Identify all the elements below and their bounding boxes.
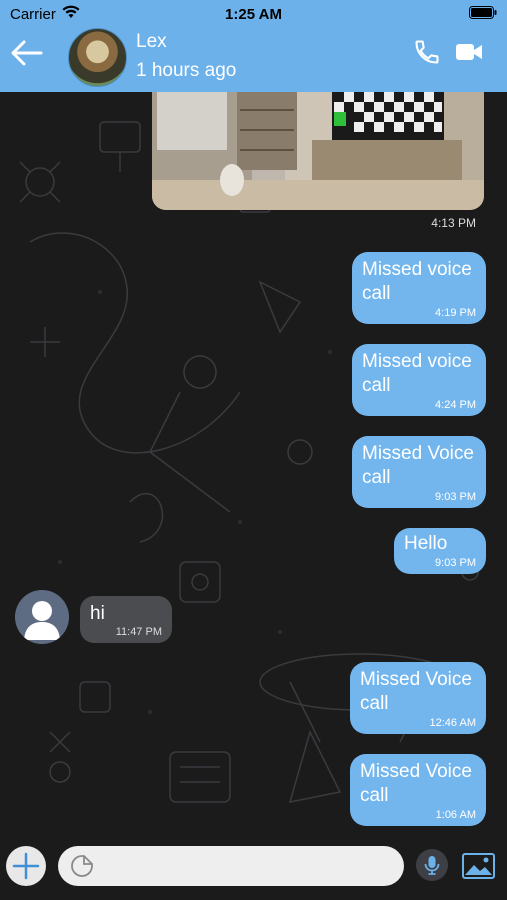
message-time: 1:06 AM	[435, 809, 476, 821]
contact-avatar[interactable]	[68, 28, 127, 87]
message-input[interactable]	[58, 846, 404, 886]
message-text: Missed Voice call	[362, 443, 474, 488]
message-time: 9:03 PM	[435, 491, 476, 503]
plus-icon	[12, 852, 40, 880]
status-bar: Carrier 1:25 AM	[0, 0, 507, 28]
microphone-icon	[424, 856, 440, 875]
message-text: Missed voice call	[362, 259, 472, 304]
message-time: 4:13 PM	[431, 216, 476, 230]
message-text: hi	[90, 603, 105, 624]
message-bubble-incoming[interactable]: hi 11:47 PM	[80, 596, 172, 643]
message-bubble-outgoing[interactable]: Hello 9:03 PM	[394, 528, 486, 574]
contact-avatar[interactable]	[15, 590, 69, 644]
message-bubble-outgoing[interactable]: Missed Voice call 9:03 PM	[352, 436, 486, 508]
message-time: 4:24 PM	[435, 399, 476, 411]
message-text: Hello	[404, 533, 448, 554]
message-list[interactable]: 4:13 PM Missed voice call 4:19 PM Missed…	[0, 92, 507, 832]
user-silhouette-icon	[24, 601, 60, 640]
video-camera-icon[interactable]	[455, 42, 483, 62]
microphone-button[interactable]	[416, 849, 448, 881]
message-bubble-outgoing[interactable]: Missed voice call 4:19 PM	[352, 252, 486, 324]
message-text: Missed voice call	[362, 351, 472, 396]
message-bubble-outgoing[interactable]: Missed Voice call 12:46 AM	[350, 662, 486, 734]
message-bubble-outgoing[interactable]: Missed voice call 4:24 PM	[352, 344, 486, 416]
photo-thumbnail	[152, 92, 484, 210]
message-text: Missed Voice call	[360, 761, 472, 806]
message-time: 9:03 PM	[435, 557, 476, 569]
message-time: 11:47 PM	[115, 626, 162, 638]
nav-bar: Lex 1 hours ago	[0, 28, 507, 92]
phone-icon[interactable]	[413, 38, 441, 66]
last-seen-label: 1 hours ago	[136, 60, 237, 81]
sticker-icon[interactable]	[70, 854, 94, 878]
message-text: Missed Voice call	[360, 669, 472, 714]
battery-icon	[469, 6, 497, 23]
composer-bar	[0, 832, 507, 900]
gallery-icon[interactable]	[462, 853, 495, 879]
contact-name[interactable]: Lex	[136, 31, 167, 53]
chat-header: Carrier 1:25 AM Lex 1 hours ago	[0, 0, 507, 92]
message-time: 12:46 AM	[429, 717, 476, 729]
message-bubble-outgoing[interactable]: Missed Voice call 1:06 AM	[350, 754, 486, 826]
clock-label: 1:25 AM	[225, 6, 282, 23]
photo-message[interactable]	[152, 92, 484, 210]
back-arrow-icon[interactable]	[10, 38, 44, 68]
message-time: 4:19 PM	[435, 307, 476, 319]
add-attachment-button[interactable]	[6, 846, 46, 886]
